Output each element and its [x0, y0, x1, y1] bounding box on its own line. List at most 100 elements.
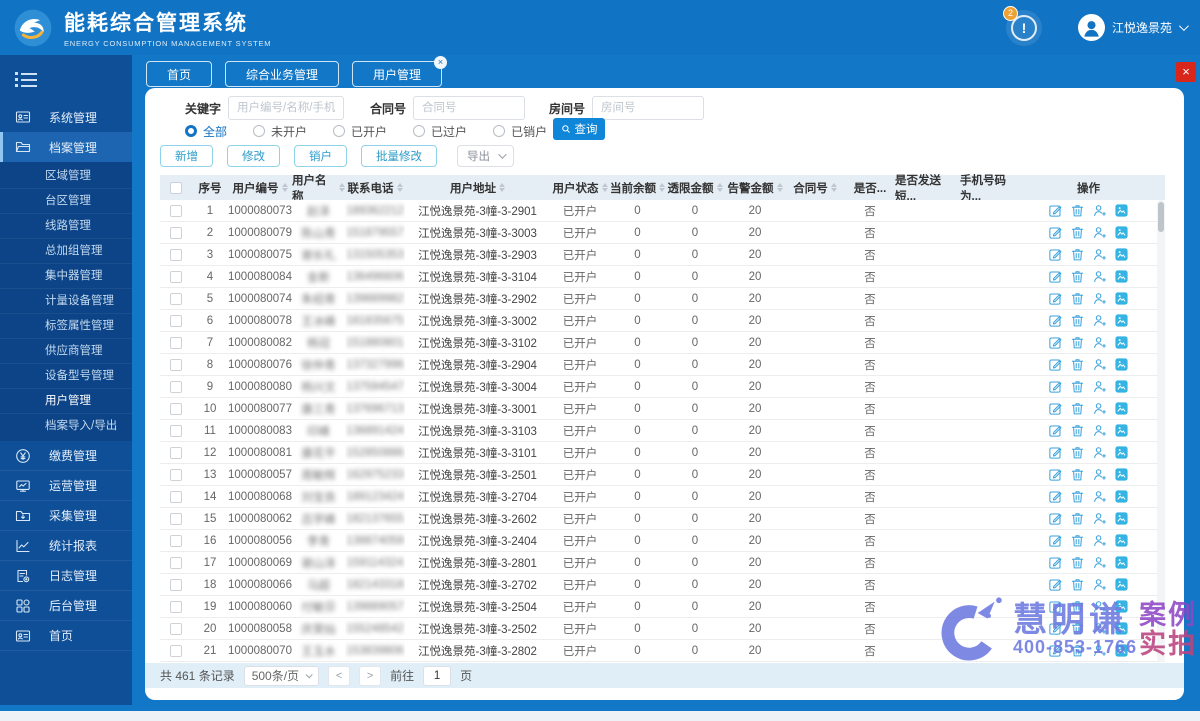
- user-menu[interactable]: 江悦逸景苑: [1077, 14, 1189, 41]
- prev-page-button[interactable]: <: [328, 665, 351, 686]
- contract-input[interactable]: [413, 96, 526, 120]
- sort-icon[interactable]: [830, 183, 837, 192]
- page-size-select[interactable]: 500条/页: [243, 665, 320, 686]
- edit-icon[interactable]: [1048, 643, 1063, 658]
- sidebar-item-home[interactable]: 首页: [0, 621, 132, 651]
- delete-icon[interactable]: [1070, 291, 1085, 306]
- delete-icon[interactable]: [1070, 379, 1085, 394]
- action-button-销户[interactable]: 销户: [294, 145, 347, 167]
- edit-icon[interactable]: [1048, 203, 1063, 218]
- column-header-balance[interactable]: 当前余额: [610, 175, 665, 200]
- edit-icon[interactable]: [1048, 313, 1063, 328]
- delete-icon[interactable]: [1070, 643, 1085, 658]
- row-checkbox[interactable]: [170, 292, 182, 305]
- delete-icon[interactable]: [1070, 577, 1085, 592]
- edit-icon[interactable]: [1048, 291, 1063, 306]
- row-checkbox[interactable]: [170, 534, 182, 547]
- user-transfer-icon[interactable]: [1092, 203, 1107, 218]
- user-transfer-icon[interactable]: [1092, 599, 1107, 614]
- row-checkbox[interactable]: [170, 270, 182, 283]
- user-transfer-icon[interactable]: [1092, 357, 1107, 372]
- row-checkbox[interactable]: [170, 578, 182, 591]
- sidebar-item-report[interactable]: 统计报表: [0, 531, 132, 561]
- document-icon[interactable]: [1114, 643, 1129, 658]
- row-checkbox[interactable]: [170, 424, 182, 437]
- column-header-phone[interactable]: 联系电话: [345, 175, 405, 200]
- column-header-over_limit[interactable]: 透限金额: [665, 175, 725, 200]
- column-header-name[interactable]: 用户名称: [292, 175, 345, 203]
- edit-icon[interactable]: [1048, 269, 1063, 284]
- document-icon[interactable]: [1114, 269, 1129, 284]
- document-icon[interactable]: [1114, 291, 1129, 306]
- edit-icon[interactable]: [1048, 511, 1063, 526]
- status-radio-已销户[interactable]: 已销户: [493, 123, 547, 140]
- edit-icon[interactable]: [1048, 247, 1063, 262]
- status-radio-未开户[interactable]: 未开户: [253, 123, 307, 140]
- page-jump-input[interactable]: [423, 665, 452, 686]
- row-checkbox[interactable]: [170, 204, 182, 217]
- delete-icon[interactable]: [1070, 269, 1085, 284]
- edit-icon[interactable]: [1048, 533, 1063, 548]
- sidebar-item-payment[interactable]: 缴费管理: [0, 441, 132, 471]
- edit-icon[interactable]: [1048, 555, 1063, 570]
- edit-icon[interactable]: [1048, 401, 1063, 416]
- sidebar-item-archive[interactable]: 档案管理: [0, 132, 132, 162]
- sort-icon[interactable]: [716, 183, 723, 192]
- row-checkbox[interactable]: [170, 248, 182, 261]
- row-checkbox[interactable]: [170, 600, 182, 613]
- tab-1[interactable]: 首页: [146, 61, 213, 87]
- submenu-item[interactable]: 集中器管理: [0, 264, 132, 289]
- document-icon[interactable]: [1114, 335, 1129, 350]
- edit-icon[interactable]: [1048, 577, 1063, 592]
- row-checkbox[interactable]: [170, 644, 182, 657]
- document-icon[interactable]: [1114, 577, 1129, 592]
- sort-icon[interactable]: [499, 183, 505, 192]
- row-checkbox[interactable]: [170, 468, 182, 481]
- delete-icon[interactable]: [1070, 511, 1085, 526]
- document-icon[interactable]: [1114, 247, 1129, 262]
- submenu-item[interactable]: 区域管理: [0, 164, 132, 189]
- delete-icon[interactable]: [1070, 225, 1085, 240]
- user-transfer-icon[interactable]: [1092, 225, 1107, 240]
- document-icon[interactable]: [1114, 225, 1129, 240]
- row-checkbox[interactable]: [170, 226, 182, 239]
- delete-icon[interactable]: [1070, 357, 1085, 372]
- user-transfer-icon[interactable]: [1092, 577, 1107, 592]
- edit-icon[interactable]: [1048, 445, 1063, 460]
- edit-icon[interactable]: [1048, 379, 1063, 394]
- user-transfer-icon[interactable]: [1092, 269, 1107, 284]
- edit-icon[interactable]: [1048, 467, 1063, 482]
- column-header-contract[interactable]: 合同号: [785, 175, 845, 200]
- tab-3[interactable]: 用户管理 ×: [352, 56, 448, 87]
- document-icon[interactable]: [1114, 423, 1129, 438]
- edit-icon[interactable]: [1048, 225, 1063, 240]
- edit-icon[interactable]: [1048, 599, 1063, 614]
- document-icon[interactable]: [1114, 445, 1129, 460]
- document-icon[interactable]: [1114, 599, 1129, 614]
- delete-icon[interactable]: [1070, 335, 1085, 350]
- row-checkbox[interactable]: [170, 512, 182, 525]
- room-input[interactable]: [592, 96, 705, 120]
- edit-icon[interactable]: [1048, 423, 1063, 438]
- edit-icon[interactable]: [1048, 489, 1063, 504]
- submenu-item[interactable]: 线路管理: [0, 214, 132, 239]
- submenu-item[interactable]: 计量设备管理: [0, 289, 132, 314]
- search-button[interactable]: 查询: [553, 118, 605, 140]
- row-checkbox[interactable]: [170, 358, 182, 371]
- row-checkbox[interactable]: [170, 380, 182, 393]
- delete-icon[interactable]: [1070, 313, 1085, 328]
- delete-icon[interactable]: [1070, 203, 1085, 218]
- document-icon[interactable]: [1114, 511, 1129, 526]
- delete-icon[interactable]: [1070, 445, 1085, 460]
- user-transfer-icon[interactable]: [1092, 401, 1107, 416]
- delete-icon[interactable]: [1070, 401, 1085, 416]
- submenu-item[interactable]: 标签属性管理: [0, 314, 132, 339]
- edit-icon[interactable]: [1048, 621, 1063, 636]
- document-icon[interactable]: [1114, 357, 1129, 372]
- edit-icon[interactable]: [1048, 357, 1063, 372]
- document-icon[interactable]: [1114, 621, 1129, 636]
- user-transfer-icon[interactable]: [1092, 445, 1107, 460]
- status-radio-全部[interactable]: 全部: [185, 123, 227, 140]
- row-checkbox[interactable]: [170, 314, 182, 327]
- submenu-item[interactable]: 用户管理: [0, 389, 132, 414]
